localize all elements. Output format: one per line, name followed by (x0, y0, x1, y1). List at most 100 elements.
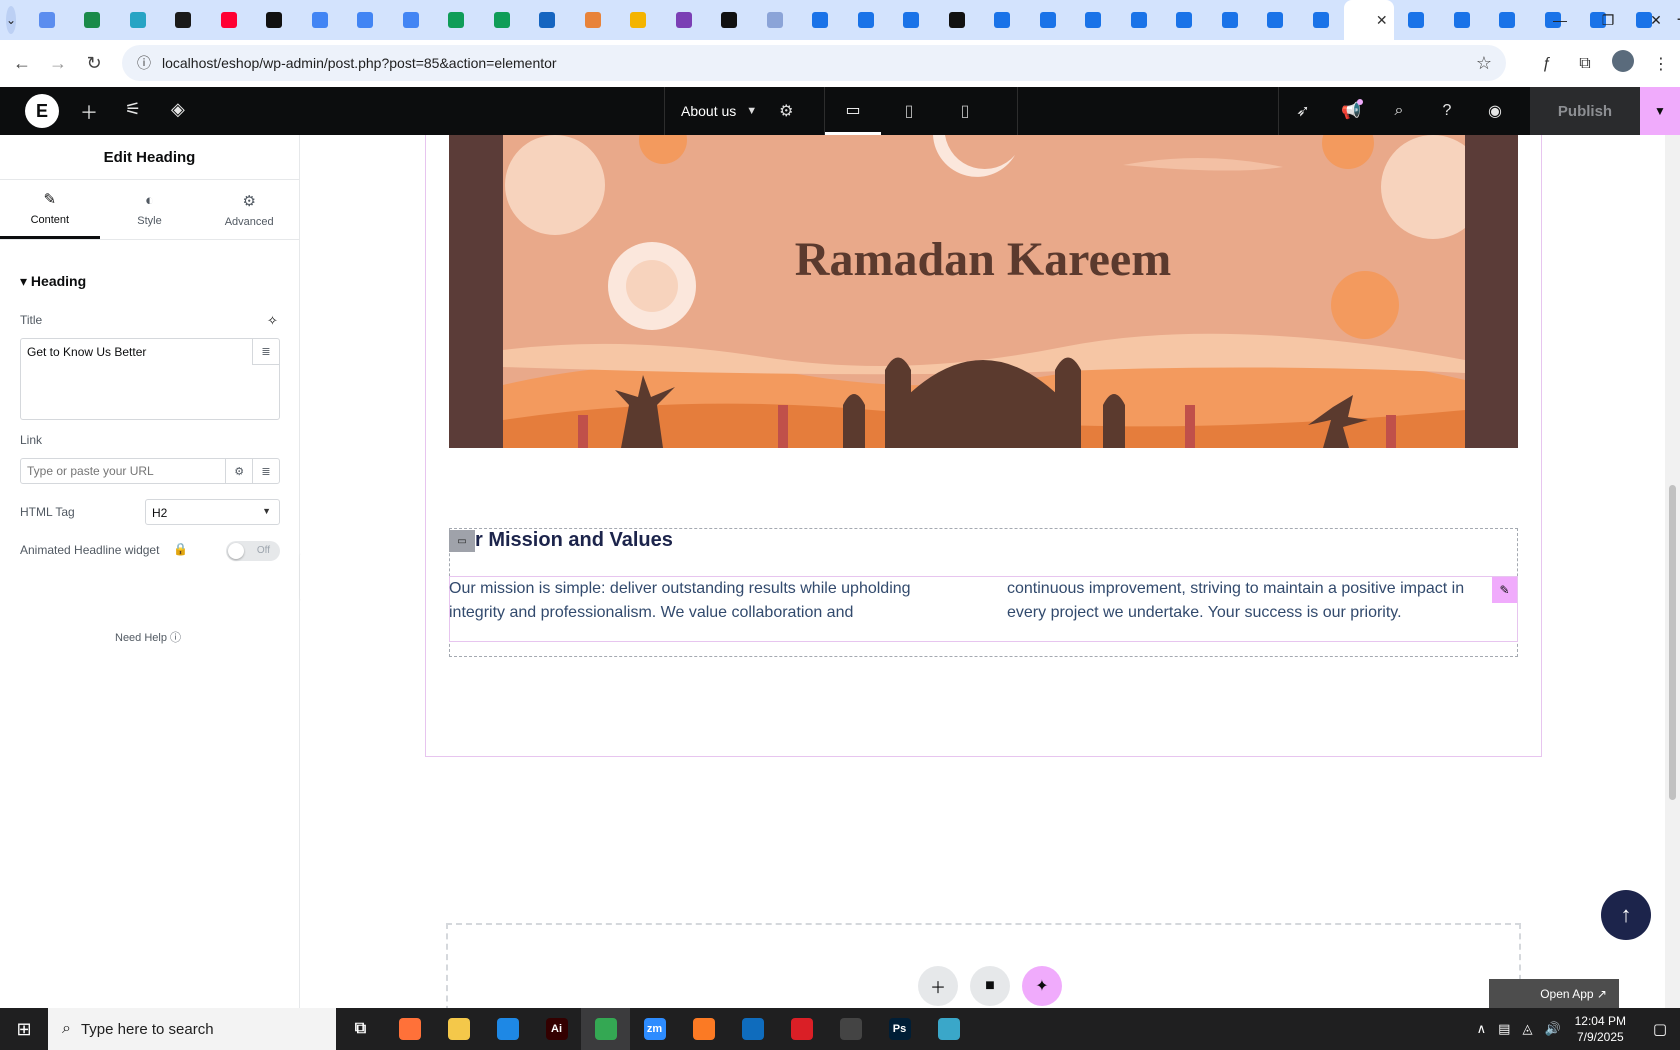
taskbar-vscode-icon[interactable] (483, 1008, 532, 1050)
taskbar-pen-tool-icon[interactable] (826, 1008, 875, 1050)
browser-tab[interactable] (980, 0, 1026, 40)
animated-headline-toggle[interactable]: Off (226, 541, 280, 561)
mission-heading[interactable]: r Mission and Values (475, 529, 673, 552)
browser-tab[interactable] (343, 0, 389, 40)
ai-sparkle-icon[interactable]: ✦ (1022, 966, 1062, 1006)
profile-avatar[interactable] (1604, 50, 1642, 77)
browser-tab[interactable] (1394, 0, 1440, 40)
browser-tab[interactable] (161, 0, 207, 40)
open-app-button[interactable]: Open App ↗ (1489, 979, 1619, 1008)
scroll-to-top-arrow-icon[interactable]: ↑ (1601, 890, 1651, 940)
page-scrollbar[interactable] (1665, 135, 1680, 1008)
tablet-icon[interactable]: ▯ (881, 87, 937, 135)
taskbar-illustrator-icon[interactable]: Ai (532, 1008, 581, 1050)
desktop-icon[interactable]: ▭ (825, 87, 881, 135)
omnibox[interactable]: ⓘ localhost/eshop/wp-admin/post.php?post… (122, 45, 1506, 81)
taskbar-zoom-icon[interactable]: zm (630, 1008, 679, 1050)
extension-icon[interactable]: ƒ (1528, 55, 1566, 73)
tab-content[interactable]: ✎ Content (0, 180, 100, 239)
clock[interactable]: 12:04 PM 7/9/2025 (1575, 1013, 1626, 1045)
browser-tab[interactable] (752, 0, 798, 40)
browser-tab[interactable] (24, 0, 70, 40)
finder-search-icon[interactable]: ⌕ (1375, 87, 1423, 135)
browser-tab[interactable] (707, 0, 753, 40)
puzzle-icon[interactable]: ⧉ (1566, 55, 1604, 73)
link-input[interactable] (21, 464, 226, 478)
browser-tab[interactable] (661, 0, 707, 40)
browser-tab[interactable] (434, 0, 480, 40)
megaphone-icon[interactable]: 📢 (1327, 87, 1375, 135)
browser-tab[interactable] (479, 0, 525, 40)
browser-tab[interactable] (206, 0, 252, 40)
browser-tab[interactable] (115, 0, 161, 40)
structure-layers-icon[interactable]: ◈ (171, 99, 185, 120)
browser-tab[interactable] (570, 0, 616, 40)
add-element-icon[interactable]: ＋ (80, 99, 98, 125)
publish-button[interactable]: Publish (1530, 87, 1640, 135)
tab-advanced[interactable]: ⚙ Advanced (199, 180, 299, 239)
browser-tab[interactable] (889, 0, 935, 40)
taskbar-photoshop-icon[interactable]: Ps (875, 1008, 924, 1050)
need-help-text[interactable]: Need Help (115, 632, 167, 644)
back-icon[interactable]: ← (4, 46, 40, 82)
restore-icon[interactable]: ❐ (1584, 0, 1632, 40)
browser-tab[interactable] (798, 0, 844, 40)
close-window-icon[interactable]: ✕ (1632, 0, 1680, 40)
publish-options-chevron-icon[interactable]: ▼ (1640, 87, 1680, 135)
ai-sparkle-icon[interactable]: ✧ (267, 313, 278, 329)
tray-chevron-icon[interactable]: ∧ (1477, 1021, 1487, 1037)
taskbar-xampp-icon[interactable] (679, 1008, 728, 1050)
need-help-link[interactable]: Need Help ⓘ (115, 629, 181, 645)
page-settings-icon[interactable]: ⚙ (779, 101, 793, 121)
help-icon[interactable]: ? (1423, 87, 1471, 135)
browser-tab[interactable] (1162, 0, 1208, 40)
browser-tab[interactable] (1439, 0, 1485, 40)
browser-tab[interactable] (297, 0, 343, 40)
task-view-icon[interactable]: ⧉ (336, 1008, 385, 1050)
close-tab-icon[interactable]: ✕ (1376, 12, 1388, 29)
minimize-icon[interactable]: — (1536, 0, 1584, 40)
active-tab[interactable]: ✕ (1343, 0, 1394, 40)
help-circle-icon[interactable]: ⓘ (170, 632, 181, 644)
forward-icon[interactable]: → (40, 46, 76, 82)
kebab-menu-icon[interactable]: ⋮ (1642, 54, 1680, 74)
browser-tab[interactable] (1207, 0, 1253, 40)
container-handle-icon[interactable]: ▭ (449, 530, 475, 552)
taskbar-outlook-icon[interactable] (728, 1008, 777, 1050)
taskbar-file-explorer-icon[interactable] (434, 1008, 483, 1050)
search-placeholder[interactable]: Type here to search (81, 1021, 214, 1038)
volume-icon[interactable]: 🔊 (1544, 1021, 1560, 1037)
tab-style[interactable]: ◐ Style (100, 180, 200, 239)
preview-eye-icon[interactable]: ◉ (1471, 87, 1519, 135)
reload-icon[interactable]: ↻ (76, 46, 112, 82)
taskbar-firefox-icon[interactable] (385, 1008, 434, 1050)
rocket-icon[interactable]: ➶ (1279, 87, 1327, 135)
browser-tab[interactable] (616, 0, 662, 40)
page-selector[interactable]: About us ▼ ⚙ (664, 87, 824, 135)
elementor-logo-icon[interactable]: E (25, 94, 59, 128)
browser-tab[interactable] (525, 0, 571, 40)
dynamic-tags-icon[interactable]: ≣ (252, 339, 279, 365)
url-text[interactable]: localhost/eshop/wp-admin/post.php?post=8… (162, 55, 557, 71)
bookmark-star-icon[interactable]: ☆ (1476, 53, 1492, 74)
scrollbar-thumb[interactable] (1669, 485, 1676, 800)
template-library-folder-icon[interactable]: ■ (970, 966, 1010, 1006)
html-tag-select[interactable]: H2 ▼ (145, 499, 280, 525)
site-settings-icon[interactable]: ⚟ (125, 99, 141, 120)
ramadan-banner[interactable]: Ramadan Kareem (449, 135, 1518, 448)
network-icon[interactable]: ▤ (1498, 1021, 1510, 1037)
title-textarea[interactable]: Get to Know Us Better ≣ (20, 338, 280, 420)
browser-tab[interactable] (1485, 0, 1531, 40)
browser-tab[interactable] (252, 0, 298, 40)
notifications-icon[interactable]: ▢ (1640, 1020, 1680, 1038)
browser-tab[interactable] (1298, 0, 1344, 40)
browser-tab[interactable] (388, 0, 434, 40)
browser-tab[interactable] (934, 0, 980, 40)
mobile-icon[interactable]: ▯ (937, 87, 993, 135)
title-value[interactable]: Get to Know Us Better (27, 345, 146, 359)
browser-tab[interactable] (1253, 0, 1299, 40)
browser-tab[interactable] (70, 0, 116, 40)
site-info-icon[interactable]: ⓘ (128, 53, 160, 73)
browser-tab[interactable] (843, 0, 889, 40)
link-options-gear-icon[interactable]: ⚙ (225, 459, 252, 483)
